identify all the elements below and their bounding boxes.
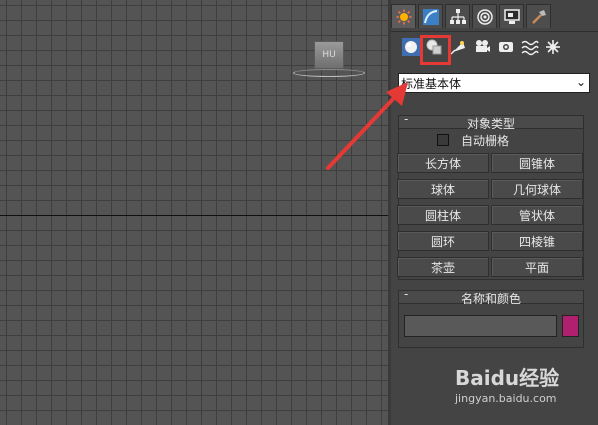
- subcategory-helpers[interactable]: [495, 36, 517, 58]
- create-geosphere-button[interactable]: 几何球体: [491, 179, 583, 199]
- shapes-icon: [426, 39, 442, 55]
- subcategory-geometry[interactable]: [400, 36, 422, 58]
- command-panel-tabs: [391, 4, 598, 32]
- create-sphere-button[interactable]: 球体: [397, 179, 489, 199]
- helpers-icon: [499, 42, 513, 52]
- object-name-field[interactable]: [404, 315, 557, 337]
- modify-icon: [422, 8, 439, 25]
- create-teapot-button[interactable]: 茶壶: [397, 257, 489, 277]
- watermark-site: jingyan.baidu.com: [455, 392, 557, 405]
- tab-hierarchy[interactable]: [445, 4, 470, 28]
- create-cone-button[interactable]: 圆锥体: [491, 153, 583, 173]
- tab-create[interactable]: [391, 4, 416, 28]
- create-pyramid-button[interactable]: 四棱锥: [491, 231, 583, 251]
- subcategory-systems[interactable]: [542, 36, 564, 58]
- category-dropdown-value: 标准基本体: [401, 76, 462, 91]
- cameras-icon: [476, 40, 490, 52]
- subcategory-cameras[interactable]: [471, 36, 493, 58]
- create-plane-button[interactable]: 平面: [491, 257, 583, 277]
- world-axis-line: [0, 215, 388, 216]
- name-color-rollout-header[interactable]: - 名称和颜色: [398, 287, 584, 306]
- space-warps-icon: [521, 40, 539, 56]
- view-cube-label: HU: [322, 50, 336, 60]
- motion-icon: [476, 8, 493, 25]
- chevron-down-icon: ⌄: [575, 75, 586, 89]
- object-type-rollout-header[interactable]: - 对象类型: [398, 112, 584, 131]
- create-subcategory-bar: [391, 36, 598, 60]
- tab-utilities[interactable]: [526, 4, 551, 28]
- utilities-icon: [531, 9, 546, 24]
- lights-icon: [450, 41, 465, 55]
- tab-divider: [391, 31, 598, 32]
- subcategory-lights[interactable]: [447, 36, 469, 58]
- tab-display[interactable]: [499, 4, 524, 28]
- object-color-swatch[interactable]: [562, 315, 579, 337]
- view-cube[interactable]: HU: [314, 41, 344, 69]
- tab-modify[interactable]: [418, 4, 443, 28]
- hierarchy-icon: [449, 8, 466, 24]
- baidu-watermark: Baidu经验 jingyan.baidu.com: [455, 362, 595, 412]
- subcategory-shapes[interactable]: [423, 36, 445, 58]
- category-dropdown[interactable]: 标准基本体 ⌄: [398, 73, 590, 93]
- view-cube-ring[interactable]: [293, 69, 365, 77]
- geometry-icon: [402, 38, 420, 56]
- watermark-logo: Baidu经验: [455, 366, 560, 390]
- tab-motion[interactable]: [472, 4, 497, 28]
- subcategory-space-warps[interactable]: [519, 36, 541, 58]
- create-icon: [396, 9, 411, 24]
- autogrid-row: 自动栅格: [437, 132, 509, 148]
- create-tube-button[interactable]: 管状体: [491, 205, 583, 225]
- systems-icon: [546, 40, 560, 54]
- viewport-perspective[interactable]: HU: [0, 0, 388, 425]
- display-icon: [503, 8, 520, 24]
- autogrid-label: 自动栅格: [461, 133, 510, 148]
- create-cylinder-button[interactable]: 圆柱体: [397, 205, 489, 225]
- create-box-button[interactable]: 长方体: [397, 153, 489, 173]
- create-torus-button[interactable]: 圆环: [397, 231, 489, 251]
- autogrid-checkbox[interactable]: [437, 134, 449, 146]
